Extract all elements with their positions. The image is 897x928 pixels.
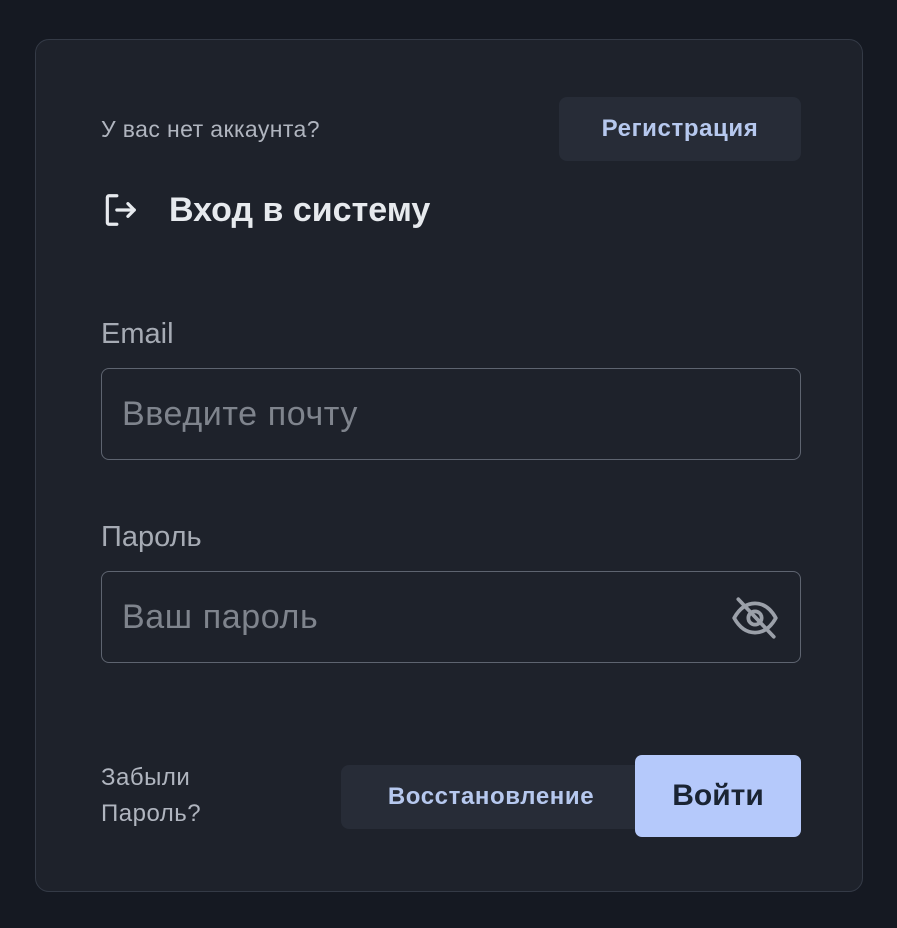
forgot-password-text: Забыли Пароль? (101, 760, 201, 832)
email-field-wrapper (101, 368, 801, 460)
signup-prompt: У вас нет аккаунта? (101, 116, 320, 142)
signup-row: У вас нет аккаунта? Регистрация (101, 97, 801, 161)
eye-off-icon[interactable] (730, 593, 780, 643)
login-icon (101, 191, 139, 229)
restore-button[interactable]: Восстановление (341, 765, 641, 829)
login-card: У вас нет аккаунта? Регистрация Вход в с… (35, 39, 863, 892)
password-field-wrapper (101, 571, 801, 663)
forgot-line-2: Пароль? (101, 800, 202, 827)
page-title: Вход в систему (169, 190, 431, 229)
submit-button[interactable]: Войти (635, 755, 801, 837)
forgot-line-1: Забыли (101, 764, 191, 791)
password-input[interactable] (102, 572, 800, 662)
password-label: Пароль (101, 521, 202, 553)
email-label: Email (101, 318, 174, 350)
email-input[interactable] (102, 369, 800, 459)
title-row: Вход в систему (101, 185, 430, 235)
signup-button[interactable]: Регистрация (559, 97, 801, 161)
